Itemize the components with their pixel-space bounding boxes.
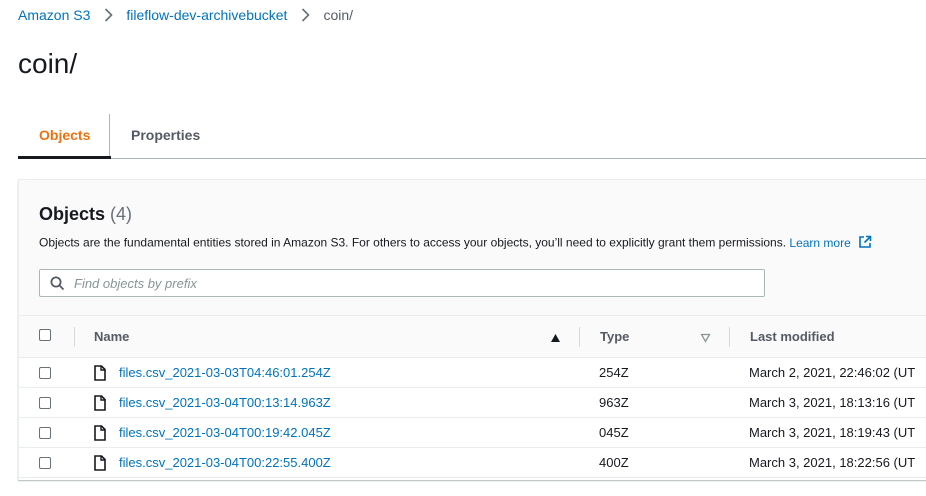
breadcrumb-current: coin/ [323,7,354,23]
tab-bar: Objects Properties [18,113,926,159]
column-last-modified-label: Last modified [750,329,835,344]
objects-panel-header: Objects (4) Objects are the fundamental … [19,180,926,315]
table-row[interactable]: files.csv_2021-03-03T04:46:01.254Z 254Z … [19,358,926,388]
column-separator [74,327,75,347]
sort-ascending-icon[interactable] [550,330,561,348]
row-checkbox[interactable] [39,397,51,409]
learn-more-link[interactable]: Learn more [789,236,872,250]
objects-panel-title: Objects (4) [39,204,132,225]
file-icon [94,425,106,444]
file-icon [94,395,106,414]
table-row[interactable]: files.csv_2021-03-04T00:13:14.963Z 963Z … [19,388,926,418]
object-type: 963Z [599,395,629,410]
search-input[interactable] [74,272,754,294]
column-name-label: Name [94,329,130,344]
object-type: 400Z [599,455,629,470]
table-header: Name Type Last modified [19,315,926,358]
search-box [39,269,765,297]
objects-description-text: Objects are the fundamental entities sto… [39,235,787,250]
object-last-modified: March 3, 2021, 18:22:56 (UT [749,455,916,470]
objects-count: (4) [110,204,133,224]
object-name-link[interactable]: files.csv_2021-03-04T00:19:42.045Z [119,418,331,447]
breadcrumb-bucket[interactable]: fileflow-dev-archivebucket [126,7,287,23]
tab-properties-label: Properties [131,127,201,143]
object-name-link[interactable]: files.csv_2021-03-04T00:13:14.963Z [119,388,331,417]
learn-more-label: Learn more [789,235,851,250]
row-checkbox[interactable] [39,427,51,439]
file-icon [94,365,106,384]
column-type-label: Type [600,329,630,344]
column-separator [579,327,580,347]
file-icon [94,455,106,474]
tab-objects-label: Objects [39,127,91,143]
table-row[interactable]: files.csv_2021-03-04T00:19:42.045Z 045Z … [19,418,926,448]
external-link-icon [858,235,872,252]
tab-objects[interactable]: Objects [18,113,112,159]
column-header-last-modified[interactable]: Last modified [750,316,835,357]
column-header-name[interactable]: Name [94,316,129,357]
object-name-link[interactable]: files.csv_2021-03-04T00:22:55.400Z [119,448,331,477]
objects-description: Objects are the fundamental entities sto… [39,235,872,252]
object-last-modified: March 3, 2021, 18:13:16 (UT [749,395,916,410]
breadcrumb-amazon-s3[interactable]: Amazon S3 [18,7,90,23]
object-type: 254Z [599,365,629,380]
object-name-link[interactable]: files.csv_2021-03-03T04:46:01.254Z [119,358,331,387]
column-header-type[interactable]: Type [600,316,629,357]
chevron-right-icon [90,8,126,22]
row-checkbox[interactable] [39,457,51,469]
tab-properties[interactable]: Properties [131,113,200,157]
column-separator [729,327,730,347]
row-checkbox[interactable] [39,367,51,379]
objects-panel: Objects (4) Objects are the fundamental … [18,179,926,480]
object-type: 045Z [599,425,629,440]
objects-title-text: Objects [39,204,106,224]
sort-icon[interactable] [700,330,711,348]
tab-divider [109,114,110,156]
breadcrumb: Amazon S3 fileflow-dev-archivebucket coi… [18,6,353,24]
select-all-checkbox[interactable] [39,329,51,341]
object-last-modified: March 3, 2021, 18:19:43 (UT [749,425,916,440]
object-last-modified: March 2, 2021, 22:46:02 (UT [749,365,916,380]
page-title: coin/ [18,48,78,79]
chevron-right-icon [287,8,323,22]
table-row[interactable]: files.csv_2021-03-04T00:22:55.400Z 400Z … [19,448,926,478]
search-icon [50,276,65,296]
